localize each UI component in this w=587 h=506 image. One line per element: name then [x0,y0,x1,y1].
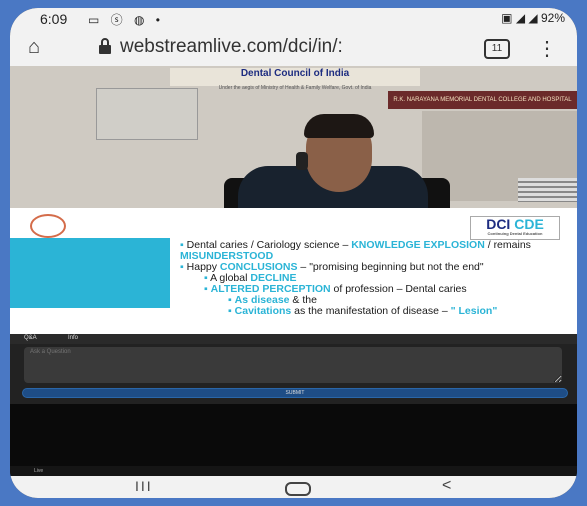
bullet-6: Cavitations as the manifestation of dise… [180,306,570,317]
bullet-1: Dental caries / Cariology science – KNOW… [180,240,570,262]
url-text[interactable]: webstreamlive.com/dci/in/: [120,36,343,58]
logo-cde-text: CDE [514,216,544,232]
tab-qa[interactable]: Q&A [24,335,37,341]
home-icon[interactable]: ⌂ [28,36,40,59]
college-sign: R.K. NARAYANA MEMORIAL DENTAL COLLEGE AN… [388,91,577,109]
tab-info[interactable]: Info [68,335,78,341]
submit-button[interactable]: SUBMIT [22,388,568,398]
phone-frame: 6:09 ▭ ⓢ ◍ • ▣ ◢ ◢ 92% ⌂ webstreamlive.c… [10,8,577,498]
blank-area [10,404,577,466]
slide-bullets: Dental caries / Cariology science – KNOW… [180,240,570,317]
question-input[interactable] [24,347,562,383]
live-label: Live [34,468,44,474]
back-icon[interactable]: < [442,477,451,495]
live-bar: Live [10,466,577,476]
dci-banner-subtitle: Under the aegis of Ministry of Health & … [218,85,372,91]
college-emblem-logo [30,214,66,238]
browser-address-bar: ⌂ webstreamlive.com/dci/in/: 11 ⋮ [10,30,577,66]
lock-icon [99,38,111,54]
logo-subtitle: Continuing Dental Education [487,231,543,236]
video-stream[interactable]: Dental Council of India Under the aegis … [10,66,577,334]
slide-teal-panel [10,238,170,308]
wall-calendar [96,88,198,140]
browser-menu-icon[interactable]: ⋮ [537,36,557,61]
window-blinds [518,178,577,202]
headset-icon [296,152,308,170]
notification-icons: ▭ ⓢ ◍ • [88,13,165,27]
status-bar: 6:09 ▭ ⓢ ◍ • ▣ ◢ ◢ 92% [10,8,577,30]
dci-cde-logo: DCI CDE Continuing Dental Education [470,216,560,240]
tab-switcher-button[interactable]: 11 [484,39,510,59]
signal-battery-indicator: ▣ ◢ ◢ 92% [501,11,565,25]
logo-dci-text: DCI [486,216,511,232]
presentation-slide: DCI CDE Continuing Dental Education Dent… [10,208,577,334]
panel-tabs: Q&A Info [10,334,577,344]
home-button-icon[interactable] [285,482,311,496]
speaker-hair [304,114,374,138]
dci-banner-title: Dental Council of India [170,68,420,86]
clock: 6:09 [40,11,68,27]
android-nav-bar: III < [10,476,577,498]
recent-apps-icon[interactable]: III [135,478,153,494]
qa-panel: SUBMIT [10,344,577,404]
